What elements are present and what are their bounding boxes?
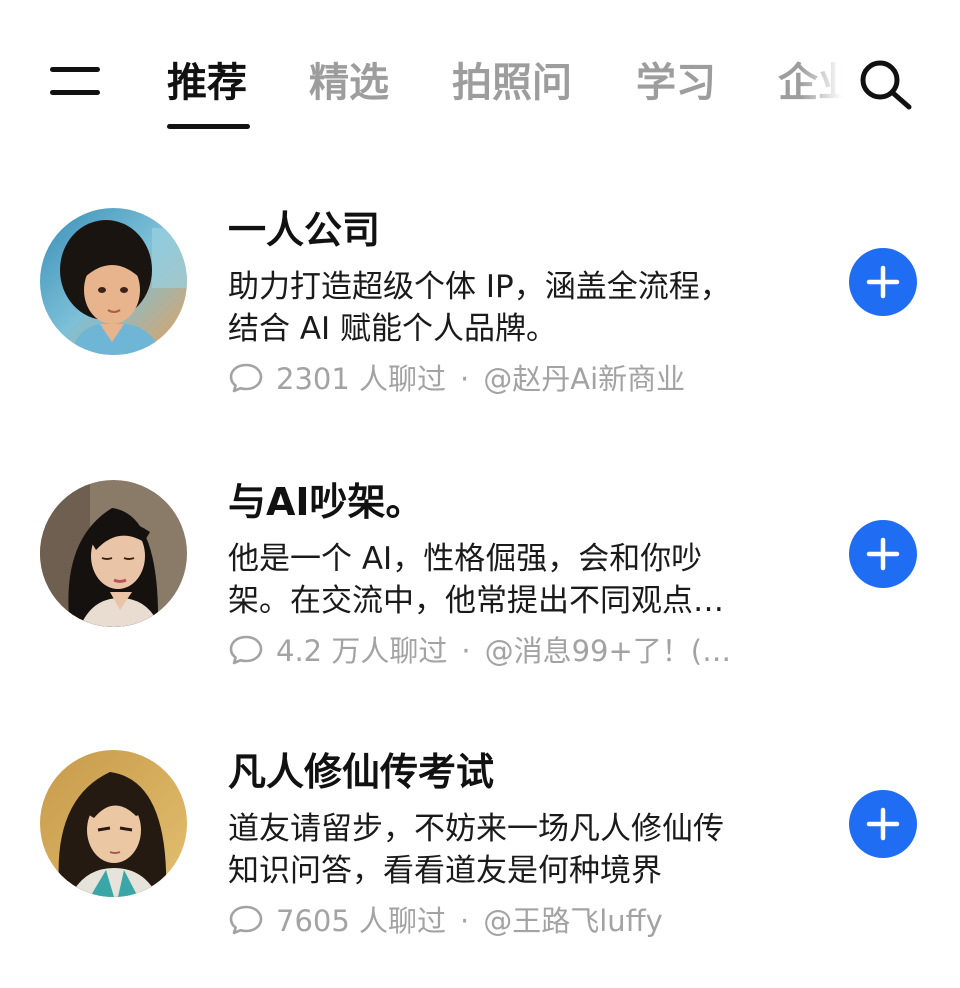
bot-description: 他是一个 AI，性格倔强，会和你吵 架。在交流中，他常提出不同观点… xyxy=(228,538,798,622)
tab-recommend[interactable]: 推荐 xyxy=(167,58,247,108)
plus-icon xyxy=(866,807,900,841)
bot-card[interactable]: 凡人修仙传考试 道友请留步，不妨来一场凡人修仙传 知识问答，看看道友是何种境界 … xyxy=(0,742,960,988)
add-bot-button[interactable] xyxy=(849,248,917,316)
avatar xyxy=(40,750,187,897)
author-name[interactable]: @赵丹Ai新商业 xyxy=(483,362,685,396)
description-line: 助力打造超级个体 IP，涵盖全流程， xyxy=(228,269,731,305)
bot-card[interactable]: 与AI吵架。 他是一个 AI，性格倔强，会和你吵 架。在交流中，他常提出不同观点… xyxy=(0,472,960,722)
bot-meta: 2301 人聊过 · @赵丹Ai新商业 xyxy=(228,358,798,400)
add-bot-button[interactable] xyxy=(849,790,917,858)
tab-photo-ask[interactable]: 拍照问 xyxy=(452,58,572,108)
bot-meta: 4.2 万人聊过 · @消息99+了！(… xyxy=(228,630,798,672)
bot-description: 道友请留步，不妨来一场凡人修仙传 知识问答，看看道友是何种境界 xyxy=(228,808,798,892)
search-icon[interactable] xyxy=(858,58,916,110)
description-line: 他是一个 AI，性格倔强，会和你吵 xyxy=(228,541,703,577)
chat-bubble-icon xyxy=(229,905,263,935)
chat-count: 2301 人聊过 xyxy=(276,362,447,396)
avatar xyxy=(40,208,187,355)
chat-bubble-icon xyxy=(229,363,263,393)
add-bot-button[interactable] xyxy=(849,520,917,588)
author-name[interactable]: @王路飞luffy xyxy=(483,904,663,938)
description-line: 道友请留步，不妨来一场凡人修仙传 xyxy=(228,811,724,847)
bot-name: 一人公司 xyxy=(228,208,381,252)
meta-separator: · xyxy=(460,362,470,396)
category-tabs: 推荐 精选 拍照问 学习 企业 xyxy=(0,0,960,140)
bot-name: 与AI吵架。 xyxy=(228,480,424,524)
bot-meta: 7605 人聊过 · @王路飞luffy xyxy=(228,900,798,942)
bot-discovery-page: 推荐 精选 拍照问 学习 企业 xyxy=(0,0,960,988)
bot-card[interactable]: 一人公司 助力打造超级个体 IP，涵盖全流程， 结合 AI 赋能个人品牌。 23… xyxy=(0,200,960,450)
chat-count: 4.2 万人聊过 xyxy=(276,634,448,668)
bot-name: 凡人修仙传考试 xyxy=(228,750,495,794)
bot-description: 助力打造超级个体 IP，涵盖全流程， 结合 AI 赋能个人品牌。 xyxy=(228,266,798,350)
meta-separator: · xyxy=(460,904,470,938)
plus-icon xyxy=(866,537,900,571)
description-line: 架。在交流中，他常提出不同观点… xyxy=(228,583,724,619)
tabs-fade-overlay xyxy=(800,50,860,120)
meta-separator: · xyxy=(461,634,471,668)
active-tab-indicator xyxy=(167,124,250,129)
description-line: 知识问答，看看道友是何种境界 xyxy=(228,853,662,889)
tab-featured[interactable]: 精选 xyxy=(309,58,389,108)
plus-icon xyxy=(866,265,900,299)
avatar xyxy=(40,480,187,627)
author-name[interactable]: @消息99+了！(… xyxy=(485,634,732,668)
chat-bubble-icon xyxy=(229,635,263,665)
chat-count: 7605 人聊过 xyxy=(276,904,447,938)
description-line: 结合 AI 赋能个人品牌。 xyxy=(228,311,558,347)
tab-study[interactable]: 学习 xyxy=(636,58,716,108)
